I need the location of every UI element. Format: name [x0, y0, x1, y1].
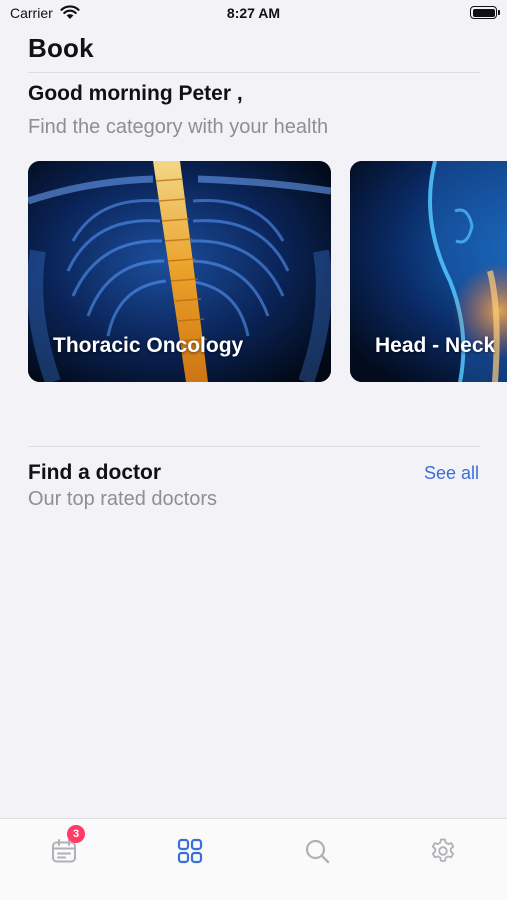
tab-bar: 3	[0, 818, 507, 900]
battery-icon	[470, 6, 500, 19]
greeting-title: Good morning Peter ,	[28, 82, 243, 105]
tab-categories[interactable]	[168, 829, 212, 873]
search-icon	[305, 839, 330, 864]
page-title: Book	[28, 33, 94, 63]
category-card-thoracic-oncology[interactable]: Thoracic Oncology	[28, 161, 331, 382]
notification-badge: 3	[67, 825, 85, 843]
category-card-head-neck[interactable]: Head - Neck	[350, 161, 507, 382]
header-divider	[28, 72, 480, 73]
see-all-link[interactable]: See all	[424, 463, 479, 484]
gear-icon	[431, 838, 455, 862]
greeting-subtitle: Find the category with your health	[28, 116, 329, 138]
section-divider	[28, 446, 480, 447]
tab-search[interactable]	[295, 829, 339, 873]
tab-settings[interactable]	[421, 829, 465, 873]
status-bar: Carrier 8:27 AM	[0, 0, 507, 28]
section-title: Find a doctor	[28, 461, 161, 484]
category-label: Head - Neck	[375, 334, 496, 357]
section-subtitle: Our top rated doctors	[28, 488, 217, 510]
grid-icon	[177, 838, 203, 864]
tab-bookings[interactable]: 3	[42, 825, 86, 873]
status-time: 8:27 AM	[226, 5, 281, 21]
category-label: Thoracic Oncology	[53, 334, 244, 357]
category-carousel[interactable]: Thoracic Oncology Head - Neck	[0, 161, 507, 383]
